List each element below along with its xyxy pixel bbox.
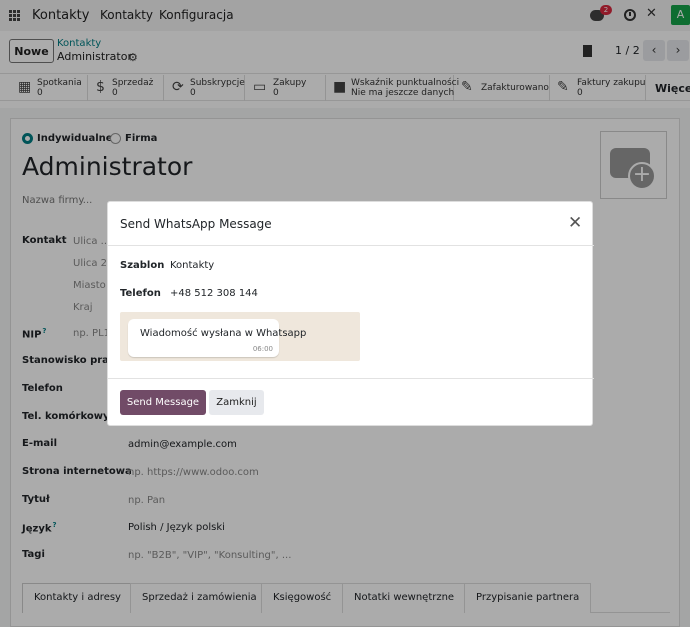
close-button[interactable]: Zamknij [209,390,264,415]
message-bubble: Wiadomość wysłana w Whatsapp 06:00 [128,319,306,357]
dialog-title: Send WhatsApp Message [120,217,272,231]
preview-time: 06:00 [252,345,273,353]
divider [108,378,594,379]
close-icon[interactable]: ✕ [568,213,582,233]
phone-label: Telefon [120,288,161,299]
whatsapp-preview: Wiadomość wysłana w Whatsapp 06:00 [120,312,360,361]
template-label: Szablon [120,260,165,271]
template-field[interactable]: Kontakty [170,260,214,271]
whatsapp-dialog: Send WhatsApp Message ✕ Szablon Kontakty… [107,201,594,426]
send-message-button[interactable]: Send Message [120,390,206,415]
divider [108,245,594,246]
preview-text: Wiadomość wysłana w Whatsapp [140,328,307,339]
phone-field[interactable]: +48 512 308 144 [170,288,258,299]
